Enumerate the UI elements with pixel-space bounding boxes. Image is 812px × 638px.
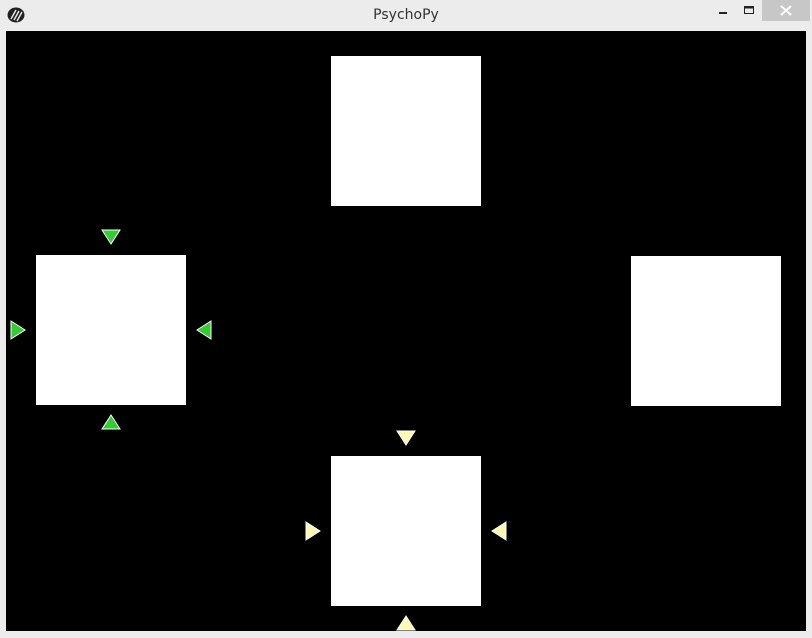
maximize-icon [744,6,754,14]
minimize-icon [719,12,727,14]
top-square [331,56,481,206]
cue-arrow-down-icon [396,430,416,446]
cue-arrow-right-icon [10,320,26,340]
cue-arrow-left-icon [491,521,507,541]
cue-arrow-left-icon [196,320,212,340]
cue-arrow-right-icon [305,521,321,541]
right-square [631,256,781,406]
maximize-button[interactable] [738,0,760,21]
close-icon [780,5,792,16]
close-button[interactable] [762,0,810,21]
cue-arrow-up-icon [396,615,416,631]
cue-arrow-down-icon [101,229,121,245]
psychopy-window: PsychoPy [0,0,812,638]
bottom-square [331,456,481,606]
cue-arrow-up-icon [101,414,121,430]
experiment-canvas [6,31,806,631]
minimize-button[interactable] [713,0,733,21]
left-square [36,255,186,405]
window-title: PsychoPy [373,7,439,23]
title-bar[interactable]: PsychoPy [0,0,812,30]
